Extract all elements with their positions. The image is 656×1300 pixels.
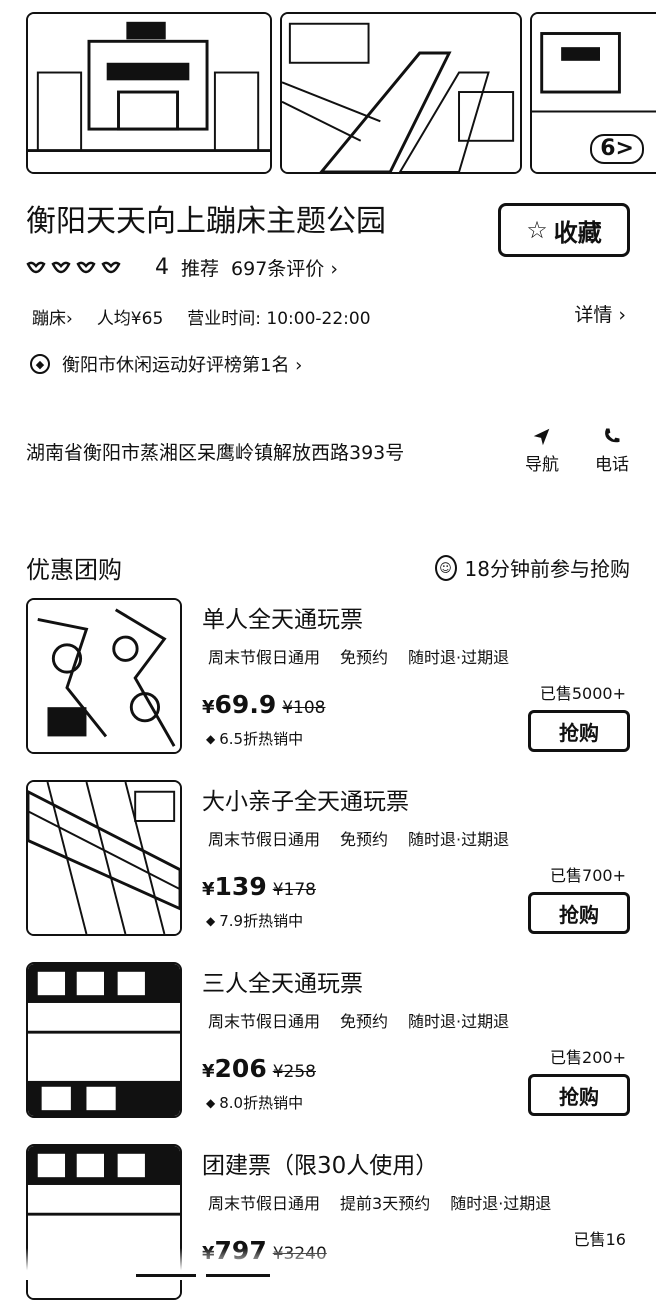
ranking-text: 衡阳市休闲运动好评榜第1名 ›	[62, 355, 303, 376]
bottom-fade	[0, 1248, 656, 1280]
rating-star-icon	[26, 258, 46, 278]
navigation-arrow-icon	[516, 426, 568, 450]
deal-original-price: ¥258	[272, 1062, 316, 1082]
deal-price: ¥206 ¥258	[202, 1054, 316, 1083]
average-price: 人均¥65	[96, 309, 164, 329]
rating-score: 4	[155, 255, 169, 280]
business-hours: 营业时间: 10:00-22:00	[187, 309, 371, 329]
gallery-photo-3[interactable]: 6>	[530, 12, 656, 174]
deal-tag: 免预约	[340, 1012, 389, 1031]
rating-stars	[26, 258, 121, 278]
deal-name: 团建票（限30人使用）	[202, 1153, 439, 1179]
deal-tag: 随时退·过期退	[408, 1012, 510, 1031]
recent-activity-text: 18分钟前参与抢购	[464, 557, 630, 581]
deal-tag: 周末节假日通用	[208, 1194, 321, 1213]
currency-symbol: ¥	[202, 1061, 215, 1082]
deal-discount-text: 8.0折热销中	[219, 1094, 304, 1112]
navigation-button[interactable]: 导航	[516, 426, 568, 475]
deal-discount: ◆ 6.5折热销中	[206, 728, 303, 749]
deal-card[interactable]: 三人全天通玩票 周末节假日通用 免预约 随时退·过期退 ¥206 ¥258 ◆ …	[26, 962, 636, 1118]
recommend-label: 推荐	[181, 258, 220, 280]
deal-discount: ◆ 8.0折热销中	[206, 1092, 303, 1113]
deal-current-price: ¥139	[202, 872, 267, 901]
deal-original-price: ¥108	[282, 698, 326, 718]
currency-symbol: ¥	[202, 879, 215, 900]
deal-name: 大小亲子全天通玩票	[202, 789, 409, 815]
buy-button[interactable]: 抢购	[528, 892, 630, 934]
deal-sold-count: 已售700+	[550, 866, 626, 885]
phone-icon	[586, 426, 638, 450]
price-tag-icon: ◆	[206, 1095, 216, 1110]
buy-button[interactable]: 抢购	[528, 1074, 630, 1116]
deal-discount: ◆ 7.9折热销中	[206, 910, 303, 931]
address-text[interactable]: 湖南省衡阳市蒸湘区呆鹰岭镇解放西路393号	[26, 438, 404, 465]
details-link[interactable]: 详情 ›	[574, 300, 626, 327]
gallery-photo-1[interactable]	[26, 12, 272, 174]
photo-gallery[interactable]: 6>	[0, 0, 656, 184]
review-count-link[interactable]: 697条评价 ›	[231, 254, 338, 281]
ranking-link[interactable]: ◆ 衡阳市休闲运动好评榜第1名 ›	[30, 351, 302, 377]
deal-sold-count: 已售200+	[550, 1048, 626, 1067]
deal-price-value: 206	[214, 1054, 267, 1083]
deal-discount-text: 7.9折热销中	[219, 912, 304, 930]
buy-button[interactable]: 抢购	[528, 710, 630, 752]
deal-card[interactable]: 大小亲子全天通玩票 周末节假日通用 免预约 随时退·过期退 ¥139 ¥178 …	[26, 780, 636, 936]
deal-original-price: ¥178	[272, 880, 316, 900]
deal-tags: 周末节假日通用 免预约 随时退·过期退	[208, 644, 509, 668]
gallery-photo-2[interactable]	[280, 12, 522, 174]
currency-symbol: ¥	[202, 697, 215, 718]
ranking-badge-icon: ◆	[30, 354, 50, 374]
deal-tags: 周末节假日通用 免预约 随时退·过期退	[208, 826, 509, 850]
deal-name: 单人全天通玩票	[202, 607, 363, 633]
photo-count-badge[interactable]: 6>	[590, 134, 644, 164]
deal-thumbnail	[26, 780, 182, 936]
recent-activity: ☺ 18分钟前参与抢购	[434, 553, 630, 582]
home-indicator	[136, 1274, 196, 1277]
deal-sold-count: 已售16	[573, 1230, 626, 1249]
price-tag-icon: ◆	[206, 913, 216, 928]
shop-meta-row: 蹦床› 人均¥65 营业时间: 10:00-22:00	[32, 304, 371, 329]
favorite-button[interactable]: ☆ 收藏	[498, 203, 630, 257]
home-indicator	[206, 1274, 270, 1277]
rating-row[interactable]: 4 推荐 697条评价 ›	[26, 254, 338, 281]
phone-button[interactable]: 电话	[586, 426, 638, 475]
deal-tags: 周末节假日通用 提前3天预约 随时退·过期退	[208, 1190, 551, 1214]
category-link[interactable]: 蹦床›	[32, 304, 73, 329]
deal-tag: 随时退·过期退	[450, 1194, 552, 1213]
deal-thumbnail	[26, 962, 182, 1118]
rating-star-icon	[51, 258, 71, 278]
deal-price-value: 139	[214, 872, 267, 901]
rating-star-icon	[101, 258, 121, 278]
deal-tags: 周末节假日通用 免预约 随时退·过期退	[208, 1008, 509, 1032]
deal-tag: 免预约	[340, 830, 389, 849]
phone-label: 电话	[595, 455, 629, 475]
deal-price: ¥69.9 ¥108	[202, 690, 325, 719]
deal-tag: 随时退·过期退	[408, 648, 510, 667]
deal-name: 三人全天通玩票	[202, 971, 363, 997]
deal-sold-count: 已售5000+	[539, 684, 626, 703]
deal-discount-text: 6.5折热销中	[219, 730, 304, 748]
deal-current-price: ¥69.9	[202, 690, 276, 719]
shop-title: 衡阳天天向上蹦床主题公园	[26, 204, 386, 239]
star-icon: ☆	[526, 216, 548, 244]
deal-tag: 免预约	[340, 648, 389, 667]
deal-price: ¥139 ¥178	[202, 872, 316, 901]
deal-tag: 周末节假日通用	[208, 648, 321, 667]
deals-section-title: 优惠团购	[26, 556, 122, 584]
deal-current-price: ¥206	[202, 1054, 267, 1083]
deal-price-value: 69.9	[214, 690, 277, 719]
navigation-label: 导航	[525, 455, 559, 475]
deal-thumbnail	[26, 598, 182, 754]
price-tag-icon: ◆	[206, 731, 216, 746]
deal-tag: 随时退·过期退	[408, 830, 510, 849]
deal-card[interactable]: 单人全天通玩票 周末节假日通用 免预约 随时退·过期退 ¥69.9 ¥108 ◆…	[26, 598, 636, 754]
favorite-label: 收藏	[553, 218, 602, 247]
deal-tag: 提前3天预约	[340, 1194, 431, 1213]
user-avatar-icon: ☺	[434, 554, 457, 581]
deal-tag: 周末节假日通用	[208, 830, 321, 849]
rating-star-icon	[76, 258, 96, 278]
deal-tag: 周末节假日通用	[208, 1012, 321, 1031]
